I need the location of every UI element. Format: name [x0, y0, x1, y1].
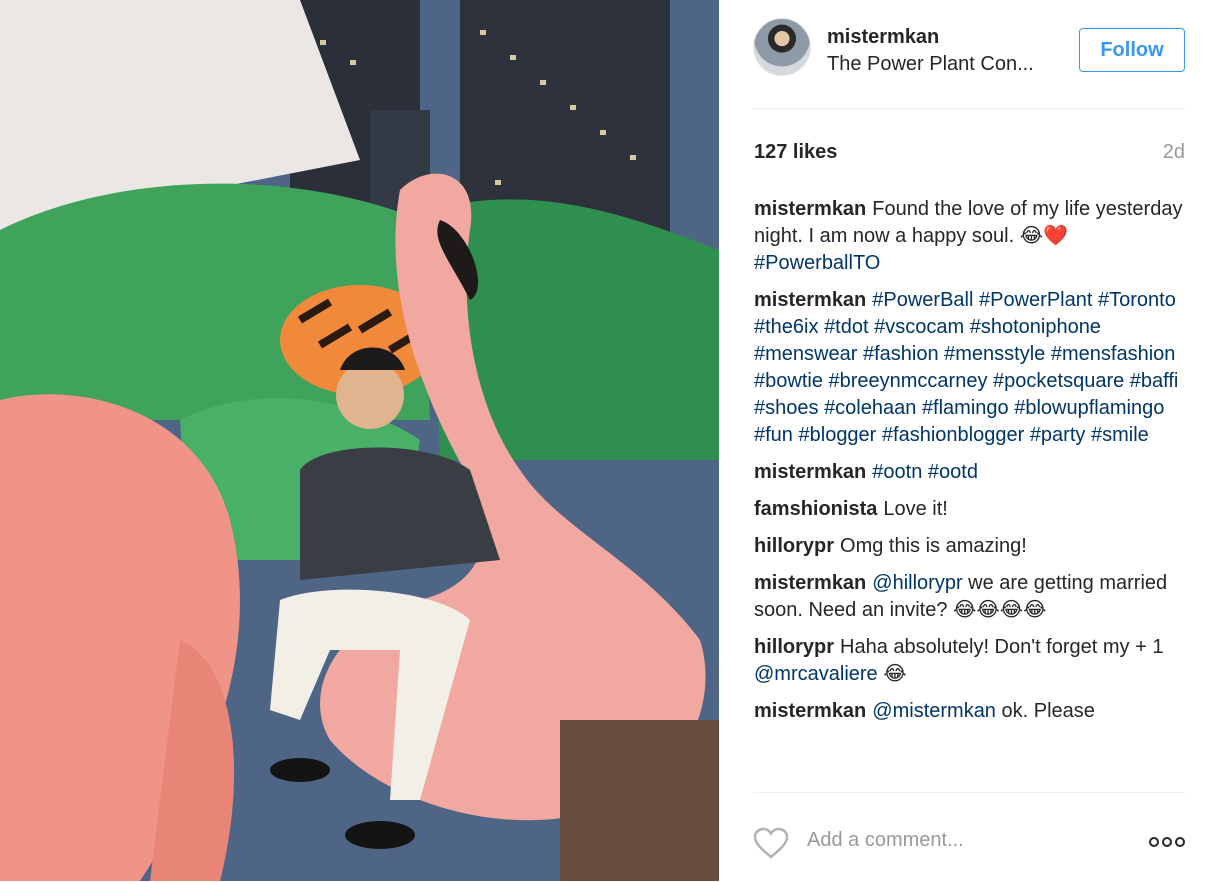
ellipsis-icon[interactable] [1149, 835, 1185, 849]
hashtag-link[interactable]: #menswear [754, 343, 857, 365]
hashtag-link[interactable]: #bowtie [754, 370, 823, 392]
post-age[interactable]: 2d [1163, 141, 1185, 164]
hashtag-link[interactable]: #PowerPlant [979, 289, 1092, 311]
comment-author[interactable]: mistermkan [754, 572, 866, 594]
comment: famshionista Love it! [754, 496, 1186, 523]
hashtag-link[interactable]: #flamingo [922, 397, 1009, 419]
hashtag-link[interactable]: #breeynmccarney [829, 370, 988, 392]
comment-author[interactable]: mistermkan [754, 700, 866, 722]
comment-mention[interactable]: @mrcavaliere [754, 663, 878, 685]
comments-list: mistermkan Found the love of my life yest… [754, 196, 1186, 790]
hashtag-link[interactable]: #party [1030, 424, 1086, 446]
comment: mistermkan Found the love of my life yest… [754, 196, 1186, 277]
comment: mistermkan #PowerBall #PowerPlant #Toront… [754, 287, 1186, 449]
comment-bar: Add a comment... [753, 792, 1185, 882]
hashtag-link[interactable]: #fun [754, 424, 793, 446]
post-detail-panel: mistermkan The Power Plant Con... Follow… [719, 0, 1211, 881]
add-comment-input[interactable]: Add a comment... [807, 829, 964, 852]
hashtag-link[interactable]: #the6ix [754, 316, 819, 338]
hashtag-link[interactable]: #colehaan [824, 397, 916, 419]
hashtag-link[interactable]: #pocketsquare [993, 370, 1124, 392]
hashtag-link[interactable]: #fashion [863, 343, 939, 365]
likes-count[interactable]: 127 likes [754, 141, 837, 164]
comment: mistermkan @hillorypr we are getting marr… [754, 570, 1186, 624]
follow-button[interactable]: Follow [1079, 28, 1185, 72]
comment-text: Haha absolutely! Don't forget my + 1 [840, 636, 1164, 658]
comment: mistermkan @mistermkan ok. Please [754, 698, 1186, 725]
comment-author[interactable]: famshionista [754, 498, 877, 520]
hashtag-link[interactable]: #baffi [1130, 370, 1179, 392]
hashtag-link[interactable]: #Toronto [1098, 289, 1176, 311]
comment-author[interactable]: mistermkan [754, 198, 866, 220]
comment: mistermkan #ootn #ootd [754, 459, 1186, 486]
hashtag-link[interactable]: #PowerBall [872, 289, 973, 311]
heart-outline-icon[interactable] [753, 827, 789, 859]
hashtag-link[interactable]: #fashionblogger [882, 424, 1024, 446]
hashtag-link[interactable]: #vscocam [874, 316, 964, 338]
photo-illustration [0, 0, 719, 881]
comment-mention[interactable]: @mistermkan [872, 700, 996, 722]
hashtag-link[interactable]: #shotoniphone [970, 316, 1101, 338]
comment: hillorypr Omg this is amazing! [754, 533, 1186, 560]
hashtag-link[interactable]: #tdot [824, 316, 868, 338]
hashtag-link[interactable]: #ootd [928, 461, 978, 483]
comment-author[interactable]: hillorypr [754, 535, 834, 557]
hashtag-link[interactable]: #blogger [799, 424, 877, 446]
comment-text: ok. Please [995, 700, 1095, 722]
hashtag-link[interactable]: #shoes [754, 397, 819, 419]
comment-author[interactable]: hillorypr [754, 636, 834, 658]
comment-mention[interactable]: @hillorypr [872, 572, 962, 594]
post-header: mistermkan The Power Plant Con... Follow [753, 18, 1185, 109]
comment-text: 😂 [877, 663, 907, 685]
hashtag-link[interactable]: #mensstyle [944, 343, 1045, 365]
hashtag-link[interactable]: #PowerballTO [754, 252, 880, 274]
post-location[interactable]: The Power Plant Con... [827, 53, 1057, 76]
comment-text: Omg this is amazing! [840, 535, 1027, 557]
hashtag-link[interactable]: #ootn [872, 461, 922, 483]
hashtag-link[interactable]: #mensfashion [1051, 343, 1176, 365]
post-username[interactable]: mistermkan [827, 26, 939, 49]
comment-author[interactable]: mistermkan [754, 289, 866, 311]
post-photo[interactable] [0, 0, 719, 881]
comment: hillorypr Haha absolutely! Don't forget m… [754, 634, 1186, 688]
hashtag-link[interactable]: #smile [1091, 424, 1149, 446]
comment-author[interactable]: mistermkan [754, 461, 866, 483]
avatar[interactable] [753, 18, 811, 76]
comment-text: Love it! [883, 498, 948, 520]
hashtag-link[interactable]: #blowupflamingo [1014, 397, 1164, 419]
